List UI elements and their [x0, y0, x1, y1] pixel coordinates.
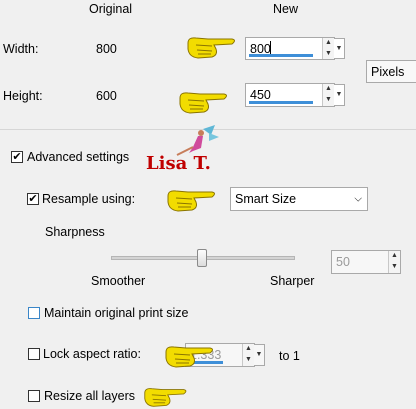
- sharpness-smoother-label: Smoother: [91, 274, 146, 288]
- pointing-hand-icon: [187, 37, 235, 59]
- pointing-hand-icon: [144, 388, 187, 407]
- spin-up-icon[interactable]: ▲: [323, 38, 334, 49]
- width-underline-bar: [249, 54, 313, 57]
- aspect-spin-arrows[interactable]: ▲ ▼: [242, 344, 254, 366]
- pointing-hand-icon: [179, 92, 227, 114]
- width-label: Width:: [3, 42, 39, 56]
- resample-method-select[interactable]: Smart Size ⌵: [230, 187, 368, 211]
- spin-down-icon[interactable]: ▼: [323, 49, 334, 60]
- height-dropdown-arrow-icon[interactable]: ▼: [334, 84, 345, 106]
- chevron-down-icon: ⌵: [354, 193, 362, 205]
- advanced-settings-label[interactable]: Advanced settings: [27, 150, 129, 164]
- column-header-new: New: [273, 2, 299, 16]
- sharpness-label: Sharpness: [45, 225, 105, 239]
- advanced-settings-checkbox[interactable]: ✔: [11, 151, 23, 163]
- spin-down-icon[interactable]: ▼: [323, 95, 334, 106]
- resample-label[interactable]: Resample using:: [42, 192, 135, 206]
- column-header-original: Original: [89, 2, 133, 16]
- maintain-print-size-label[interactable]: Maintain original print size: [44, 306, 189, 320]
- height-spin-arrows[interactable]: ▲ ▼: [322, 84, 334, 106]
- resample-checkbox[interactable]: ✔: [27, 193, 39, 205]
- pointing-hand-icon: [167, 190, 215, 212]
- resample-method-value: Smart Size: [235, 192, 297, 206]
- height-underline-bar: [249, 101, 313, 104]
- width-dropdown-arrow-icon[interactable]: ▼: [334, 38, 345, 59]
- resize-all-layers-checkbox[interactable]: [28, 390, 40, 402]
- aspect-to-label: to 1: [279, 349, 300, 363]
- units-selected: Pixels: [371, 64, 405, 79]
- height-original-value: 600: [96, 89, 117, 103]
- spin-up-icon[interactable]: ▲: [243, 344, 254, 355]
- spin-down-icon[interactable]: ▼: [389, 262, 400, 273]
- spin-down-icon[interactable]: ▼: [243, 355, 254, 366]
- width-spinbox[interactable]: 800 ▲ ▼ ▼: [245, 37, 345, 60]
- sharpness-spinbox[interactable]: 50 ▲ ▼: [331, 250, 401, 274]
- pointing-hand-icon: [165, 346, 213, 368]
- resize-all-layers-label[interactable]: Resize all layers: [44, 389, 135, 403]
- height-new-value[interactable]: 450: [250, 88, 271, 102]
- lock-aspect-label[interactable]: Lock aspect ratio:: [43, 347, 141, 361]
- width-spin-arrows[interactable]: ▲ ▼: [322, 38, 334, 59]
- sharpness-value[interactable]: 50: [336, 255, 350, 269]
- lock-aspect-checkbox[interactable]: [28, 348, 40, 360]
- watermark-text: Lisa T.: [146, 153, 211, 174]
- height-label: Height:: [3, 89, 43, 103]
- sharpness-slider-thumb[interactable]: [197, 249, 207, 267]
- spin-up-icon[interactable]: ▲: [323, 84, 334, 95]
- spin-up-icon[interactable]: ▲: [389, 251, 400, 262]
- maintain-print-size-checkbox[interactable]: [28, 307, 40, 319]
- text-caret: [270, 41, 271, 55]
- aspect-dropdown-arrow-icon[interactable]: ▼: [254, 344, 265, 366]
- sharpness-sharper-label: Sharper: [270, 274, 315, 288]
- sharpness-spin-arrows[interactable]: ▲ ▼: [388, 251, 400, 273]
- width-original-value: 800: [96, 42, 117, 56]
- units-dropdown[interactable]: Pixels: [366, 60, 416, 83]
- height-spinbox[interactable]: 450 ▲ ▼ ▼: [245, 83, 345, 107]
